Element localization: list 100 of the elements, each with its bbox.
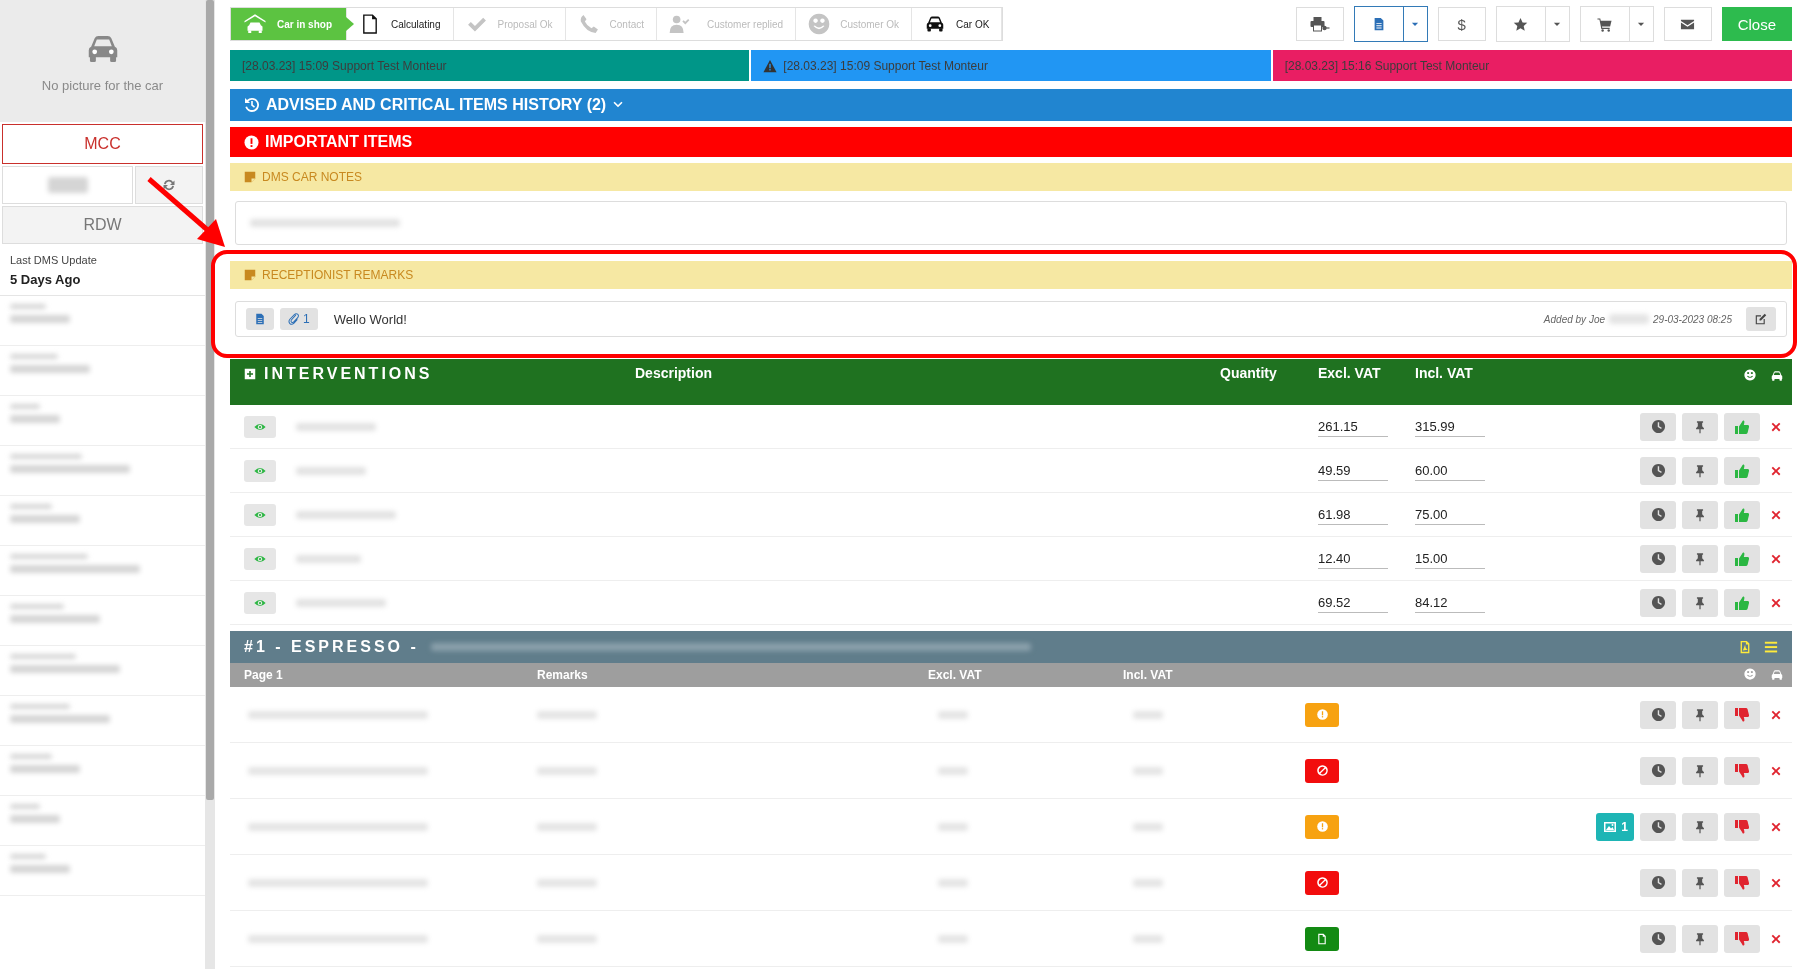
clock-icon [1650,875,1666,890]
approve-button[interactable] [1724,544,1760,573]
scrollbar[interactable] [205,0,215,969]
column-header: Incl. VAT [1415,365,1474,381]
garage-icon [243,12,267,36]
last-update-label: Last DMS Update [10,254,98,266]
email-button[interactable] [1663,7,1712,41]
history-button[interactable] [1640,412,1676,441]
document-button[interactable] [1305,926,1339,951]
thumbs-up-icon [1734,462,1750,479]
message-text: [28.03.23] 15:16 Support Test Monteur [1284,58,1490,73]
history-button[interactable] [1640,756,1676,785]
redacted-text [1609,314,1650,324]
redacted-text [10,865,70,873]
clock-icon [1650,463,1666,478]
quote-title: #1 - ESPRESSO - [244,638,419,656]
clock-icon [1650,551,1666,566]
pin-button[interactable] [1682,588,1718,617]
added-by-text: Added by Joe [1543,313,1606,325]
approve-button[interactable] [1724,500,1760,529]
print-button[interactable] [1295,7,1344,41]
car-icon [1770,369,1784,383]
redacted-text [10,815,60,823]
pin-icon [1693,463,1707,478]
clock-icon [1650,507,1666,522]
exclamation-icon [1315,820,1329,833]
history-button[interactable] [1640,588,1676,617]
document-button[interactable] [246,308,274,330]
reject-button[interactable] [1724,700,1760,729]
progress-step[interactable]: Car OK [912,8,1003,40]
redacted-text [10,854,46,859]
blocked-button[interactable] [1305,870,1339,895]
pin-button[interactable] [1682,700,1718,729]
pin-icon [1693,551,1707,566]
reject-button[interactable] [1724,756,1760,785]
menu-icon [1764,640,1778,654]
reject-button[interactable] [1724,868,1760,897]
thumbs-up-icon [1734,594,1750,611]
history-bar[interactable]: ADVISED AND CRITICAL ITEMS HISTORY (2) [230,89,1792,121]
redacted-text [10,704,70,709]
history-button[interactable] [1640,456,1676,485]
history-button[interactable] [1640,500,1676,529]
pin-icon [1693,595,1707,610]
thumbs-up-icon [1734,506,1750,523]
history-button[interactable] [1640,812,1676,841]
history-button[interactable] [1640,544,1676,573]
refresh-button[interactable] [135,166,203,204]
rdw-button[interactable]: RDW [2,206,203,244]
document-icon [1316,932,1328,945]
cart-icon [1597,16,1613,32]
edit-button[interactable] [1746,307,1776,331]
pin-button[interactable] [1682,812,1718,841]
history-button[interactable] [1640,868,1676,897]
redacted-text [296,466,366,475]
column-header: Page 1 [243,668,284,682]
pin-button[interactable] [1682,412,1718,441]
document-icon [254,313,266,325]
pin-icon [1693,763,1707,778]
pdf-icon [1738,640,1752,654]
column-header: Quantity [1220,365,1278,381]
star-icon [1513,16,1529,32]
thumbs-down-icon [1734,874,1750,891]
clock-icon [1650,595,1666,610]
note-icon [244,171,256,183]
column-header: Description [635,365,713,381]
reject-button[interactable] [1724,812,1760,841]
price-button[interactable]: $ [1437,7,1486,41]
history-button[interactable] [1640,700,1676,729]
message-text: [28.03.23] 15:09 Support Test Monteur [242,58,447,73]
pin-button[interactable] [1682,924,1718,953]
column-header: Remarks [537,668,589,682]
smiley-icon [1744,668,1756,680]
mcc-button[interactable]: MCC [2,124,203,164]
redacted-text [10,454,82,459]
pin-button[interactable] [1682,544,1718,573]
plate-field[interactable] [2,166,133,204]
approve-button[interactable] [1724,588,1760,617]
thumbs-up-icon [1734,418,1750,435]
pin-icon [1693,419,1707,434]
smiley-icon [1744,369,1756,381]
column-header: Excl. VAT [928,668,983,682]
redacted-text [10,354,58,359]
clock-icon [1650,763,1666,778]
approve-button[interactable] [1724,456,1760,485]
pin-button[interactable] [1682,456,1718,485]
pin-button[interactable] [1682,756,1718,785]
approve-button[interactable] [1724,412,1760,441]
refresh-icon [161,177,177,193]
history-button[interactable] [1640,924,1676,953]
blocked-button[interactable] [1305,758,1339,783]
interventions-title: INTERVENTIONS [264,365,433,383]
exclamation-icon [1315,708,1329,721]
attachment-button[interactable]: 1 [280,308,318,330]
reject-button[interactable] [1724,924,1760,953]
redacted-text [10,504,52,509]
dms-notes-title: DMS CAR NOTES [262,170,362,184]
progress-step[interactable]: Calculating [347,8,454,40]
pin-button[interactable] [1682,500,1718,529]
pin-button[interactable] [1682,868,1718,897]
note-icon [244,269,256,281]
